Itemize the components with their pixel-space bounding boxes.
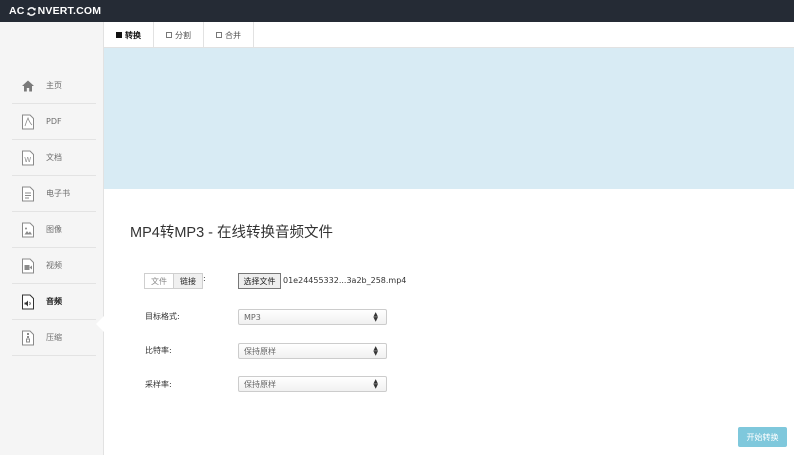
tab-label: 转换	[125, 30, 141, 40]
banner-area	[104, 48, 794, 189]
home-icon	[18, 76, 38, 96]
sidebar-item-label: PDF	[46, 117, 62, 126]
select-value: MP3	[244, 312, 261, 322]
sidebar-item-label: 图像	[46, 225, 62, 234]
sidebar-item-label: 文档	[46, 153, 62, 162]
select-value: 保持原样	[244, 379, 276, 389]
archive-icon	[18, 328, 38, 348]
sidebar-item-home[interactable]: 主页	[12, 68, 96, 104]
page-title: MP4转MP3 - 在线转换音频文件	[130, 225, 334, 241]
source-colon: :	[203, 274, 206, 283]
select-arrows-icon: ▲ ▼	[373, 311, 378, 323]
source-toggle: 文件 链接	[144, 273, 203, 289]
tab-convert[interactable]: 转换	[104, 22, 154, 48]
image-icon	[18, 220, 38, 240]
checkbox-icon	[216, 32, 222, 38]
video-icon	[18, 256, 38, 276]
sidebar-item-audio[interactable]: 音频	[12, 284, 96, 320]
sample-rate-select[interactable]: 保持原样 ▲ ▼	[238, 376, 387, 392]
word-file-icon: W	[18, 148, 38, 168]
tab-merge[interactable]: 合并	[204, 22, 254, 48]
sidebar-item-images[interactable]: 图像	[12, 212, 96, 248]
selected-file-name: 01e24455332...3a2b_258.mp4	[283, 276, 407, 285]
target-format-label: 目标格式:	[145, 312, 180, 321]
sample-rate-label: 采样率:	[145, 380, 172, 389]
sidebar-item-ebooks[interactable]: 电子书	[12, 176, 96, 212]
svg-text:W: W	[24, 156, 31, 164]
sidebar-item-compress[interactable]: 压缩	[12, 320, 96, 356]
tab-label: 分割	[175, 30, 191, 40]
select-arrows-icon: ▲ ▼	[373, 345, 378, 357]
logo-text-left: AC	[9, 5, 25, 17]
audio-icon	[18, 292, 38, 312]
sidebar-item-documents[interactable]: W 文档	[12, 140, 96, 176]
select-value: 保持原样	[244, 346, 276, 356]
active-item-caret	[96, 316, 104, 332]
sidebar-item-label: 电子书	[46, 189, 70, 198]
sidebar-item-label: 音频	[46, 297, 62, 306]
sidebar-item-video[interactable]: 视频	[12, 248, 96, 284]
sidebar-item-label: 主页	[46, 81, 62, 90]
source-link-option[interactable]: 链接	[174, 273, 203, 289]
target-format-select[interactable]: MP3 ▲ ▼	[238, 309, 387, 325]
top-bar: AC NVERT.COM	[0, 0, 794, 22]
sidebar: 主页 PDF W 文档 电子书 图像 视频 音频 压缩	[0, 22, 104, 455]
sidebar-item-pdf[interactable]: PDF	[12, 104, 96, 140]
ebook-icon	[18, 184, 38, 204]
tab-bar: 转换 分割 合并	[104, 22, 794, 48]
tab-label: 合并	[225, 30, 241, 40]
start-convert-button[interactable]: 开始转换	[738, 427, 787, 447]
sidebar-item-label: 压缩	[46, 333, 62, 342]
checkbox-icon	[166, 32, 172, 38]
refresh-icon	[26, 6, 36, 16]
select-arrows-icon: ▲ ▼	[373, 378, 378, 390]
sidebar-item-label: 视频	[46, 261, 62, 270]
pdf-file-icon	[18, 112, 38, 132]
source-file-option[interactable]: 文件	[144, 273, 174, 289]
logo-text-right: NVERT.COM	[37, 5, 102, 17]
checkbox-icon	[116, 32, 122, 38]
tab-split[interactable]: 分割	[154, 22, 204, 48]
bitrate-select[interactable]: 保持原样 ▲ ▼	[238, 343, 387, 359]
choose-file-button[interactable]: 选择文件	[238, 273, 281, 289]
site-logo[interactable]: AC NVERT.COM	[9, 2, 101, 20]
bitrate-label: 比特率:	[145, 346, 172, 355]
